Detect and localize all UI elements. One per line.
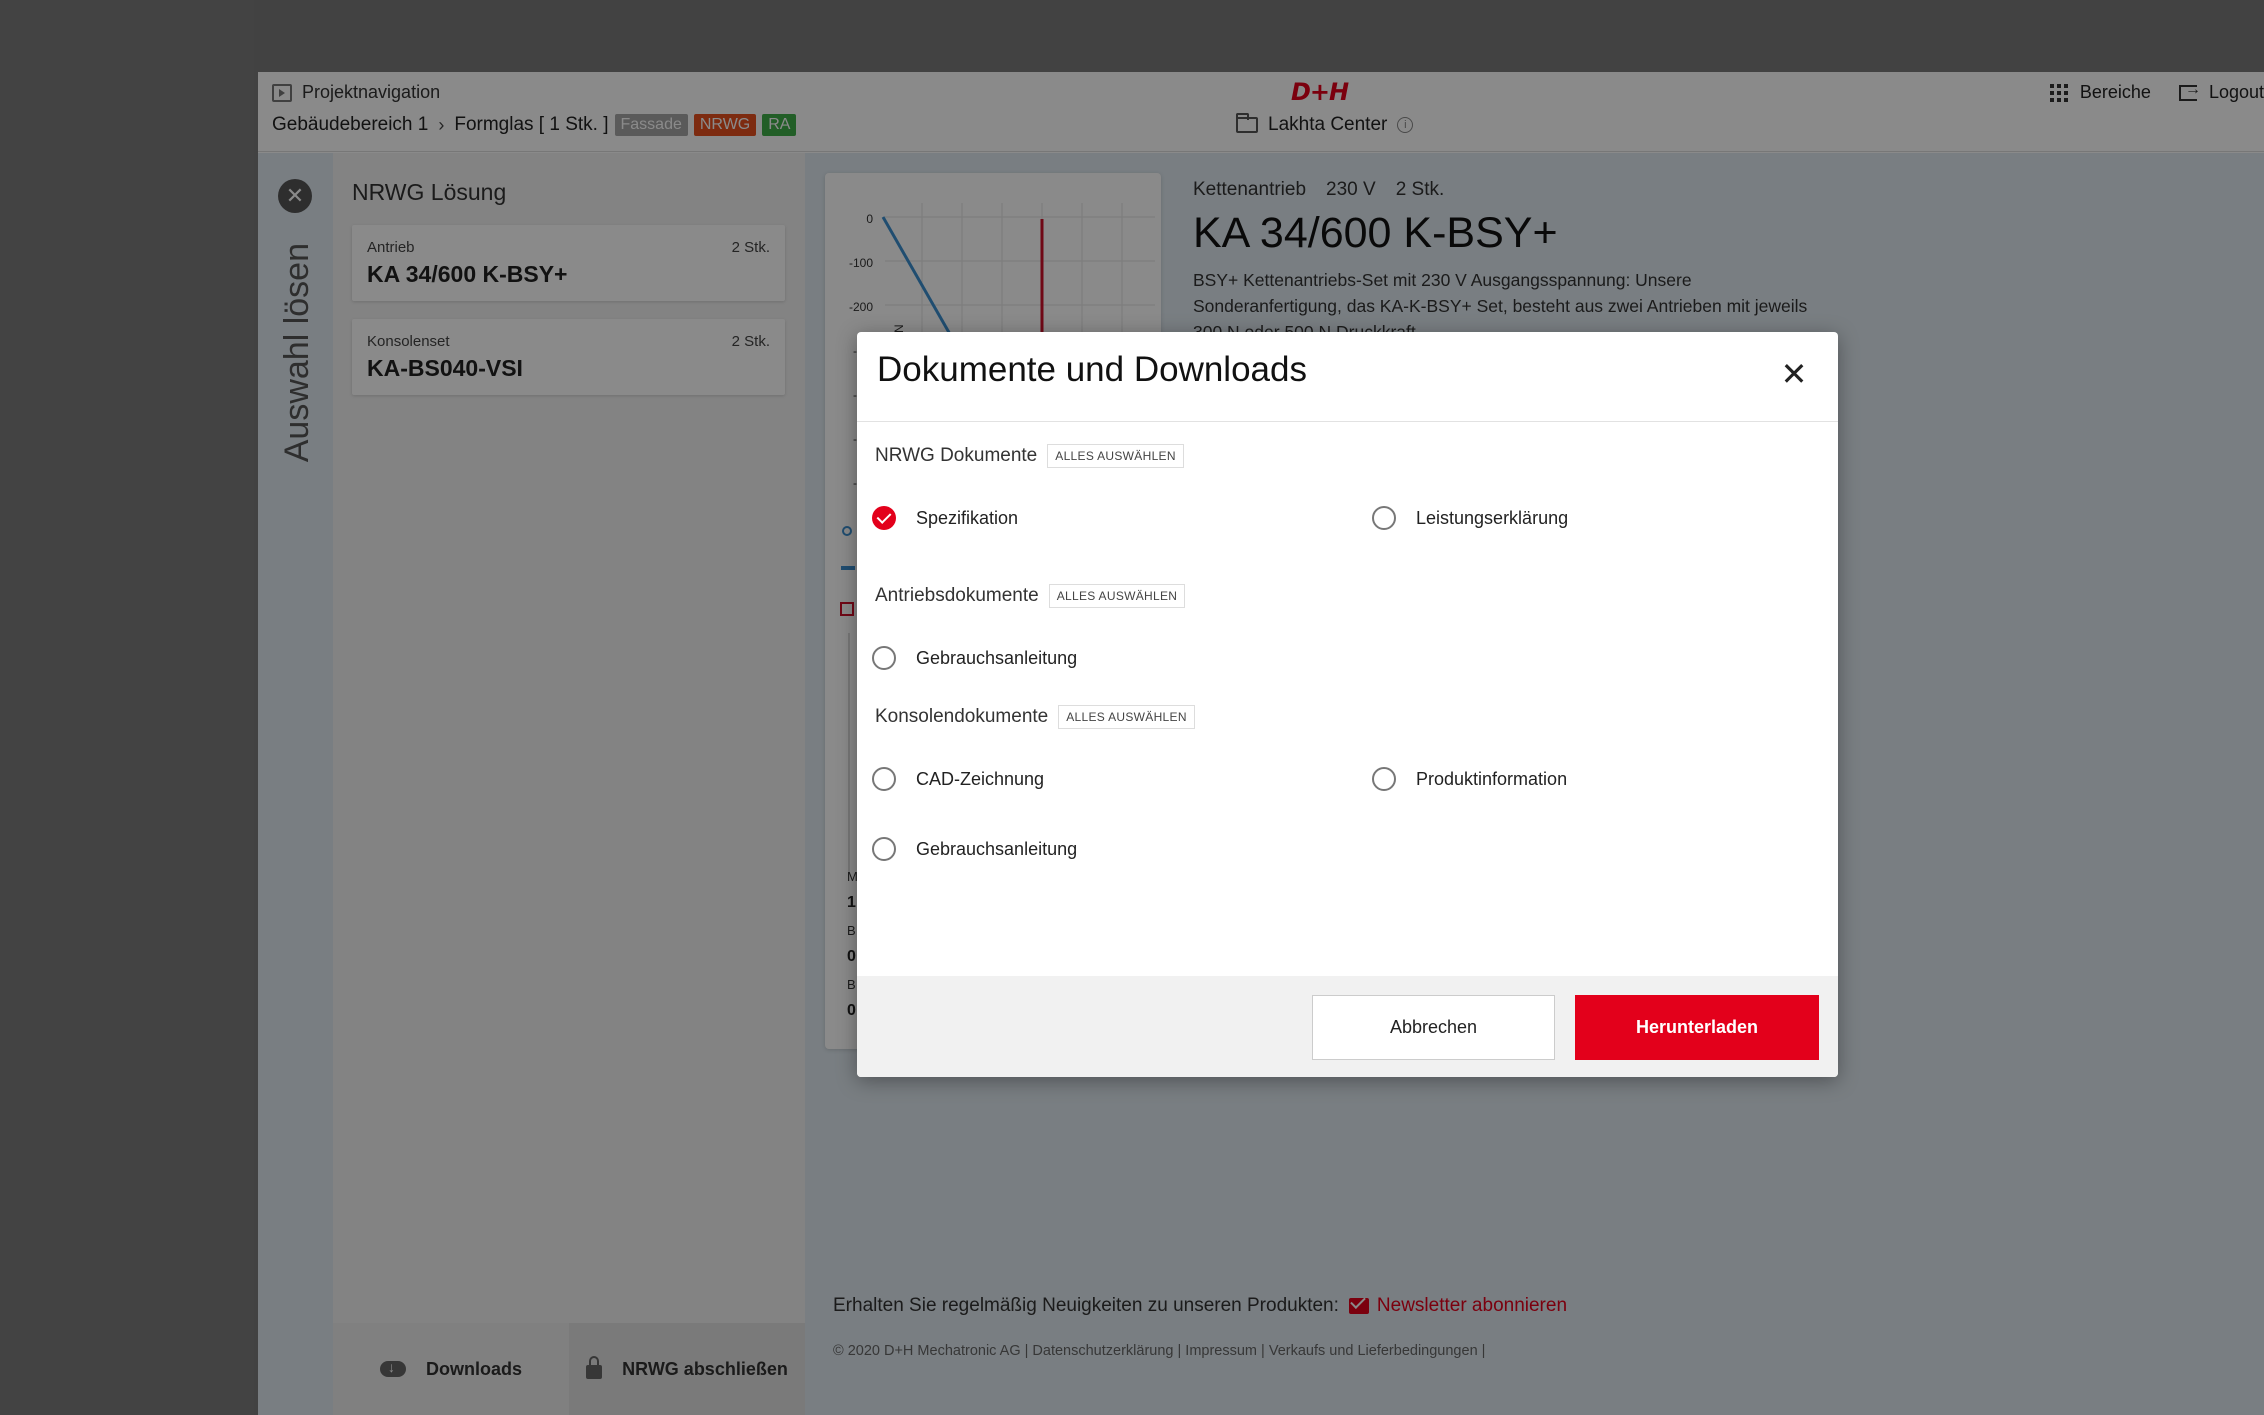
option-label: CAD-Zeichnung: [916, 768, 1045, 789]
option-leistungserklaerung[interactable]: Leistungserklärung: [1357, 506, 1568, 530]
section-nrwg-documents: NRWG Dokumente ALLES AUSWÄHLEN: [875, 444, 1184, 468]
option-label: Spezifikation: [916, 507, 1019, 528]
dialog-footer: Abbrechen Herunterladen: [857, 976, 1838, 1077]
section-console-documents: Konsolendokumente ALLES AUSWÄHLEN: [875, 705, 1195, 729]
select-all-button[interactable]: ALLES AUSWÄHLEN: [1058, 705, 1195, 729]
option-spezifikation[interactable]: Spezifikation: [857, 506, 1018, 530]
close-icon[interactable]: ✕: [1774, 354, 1814, 394]
section-title: NRWG Dokumente: [875, 445, 1038, 466]
section-drive-documents: Antriebsdokumente ALLES AUSWÄHLEN: [875, 584, 1186, 608]
radio-icon: [872, 646, 896, 670]
checked-icon: [872, 506, 896, 530]
download-button[interactable]: Herunterladen: [1575, 995, 1819, 1060]
dialog-title: Dokumente und Downloads: [877, 350, 1307, 389]
option-label: Leistungserklärung: [1416, 507, 1569, 528]
option-label: Gebrauchsanleitung: [916, 838, 1078, 859]
option-cad-zeichnung[interactable]: CAD-Zeichnung: [857, 767, 1044, 791]
radio-icon: [1372, 767, 1396, 791]
section-title: Konsolendokumente: [875, 706, 1049, 727]
dialog-header: Dokumente und Downloads ✕: [857, 332, 1838, 422]
radio-icon: [1372, 506, 1396, 530]
select-all-button[interactable]: ALLES AUSWÄHLEN: [1048, 584, 1186, 608]
downloads-dialog: Dokumente und Downloads ✕ NRWG Dokumente…: [857, 332, 1838, 1077]
radio-icon: [872, 837, 896, 861]
option-gebrauchsanleitung-drive[interactable]: Gebrauchsanleitung: [857, 646, 1077, 670]
section-title: Antriebsdokumente: [875, 585, 1039, 606]
radio-icon: [872, 767, 896, 791]
cancel-button[interactable]: Abbrechen: [1312, 995, 1555, 1060]
option-produktinformation[interactable]: Produktinformation: [1357, 767, 1567, 791]
option-label: Produktinformation: [1416, 768, 1568, 789]
select-all-button[interactable]: ALLES AUSWÄHLEN: [1047, 444, 1184, 468]
option-gebrauchsanleitung-console[interactable]: Gebrauchsanleitung: [857, 837, 1077, 861]
option-label: Gebrauchsanleitung: [916, 647, 1078, 668]
